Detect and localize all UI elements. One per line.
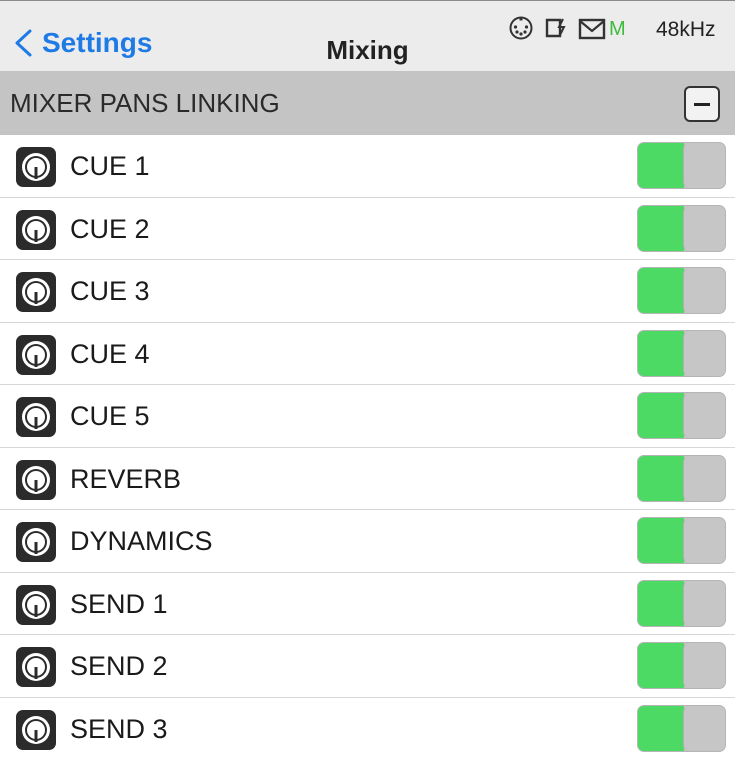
sample-rate: 48kHz <box>656 18 716 42</box>
list-item-cue-4: CUE 4 <box>0 323 735 386</box>
pan-knob-icon <box>15 146 57 188</box>
pan-knob-icon <box>15 334 57 376</box>
list-item-dynamics: DYNAMICS <box>0 510 735 573</box>
list-item-cue-3: CUE 3 <box>0 260 735 323</box>
list-item-label: CUE 1 <box>70 151 150 182</box>
list-item-label: SEND 3 <box>70 714 168 745</box>
list-item-send-3: SEND 3 <box>0 698 735 760</box>
collapse-button[interactable] <box>684 86 720 122</box>
list-item-cue-1: CUE 1 <box>0 135 735 198</box>
pan-knob-icon <box>15 396 57 438</box>
list-item-label: CUE 3 <box>70 276 150 307</box>
list-item-send-1: SEND 1 <box>0 573 735 636</box>
link-toggle[interactable] <box>637 642 726 689</box>
list-item-label: CUE 5 <box>70 401 150 432</box>
pan-knob-icon <box>15 521 57 563</box>
pan-knob-icon <box>15 459 57 501</box>
list-item-label: DYNAMICS <box>70 526 213 557</box>
section-header: MIXER PANS LINKING <box>0 71 735 135</box>
link-toggle[interactable] <box>637 455 726 502</box>
list-item-cue-2: CUE 2 <box>0 198 735 261</box>
mail-icon <box>578 18 606 40</box>
link-toggle[interactable] <box>637 517 726 564</box>
list-item-label: CUE 2 <box>70 214 150 245</box>
link-toggle[interactable] <box>637 705 726 752</box>
pan-knob-icon <box>15 709 57 751</box>
midi-icon <box>508 15 534 41</box>
list-item-label: REVERB <box>70 464 181 495</box>
link-toggle[interactable] <box>637 580 726 627</box>
mode-indicator: M <box>609 18 626 41</box>
section-title: MIXER PANS LINKING <box>10 88 280 119</box>
list-item-cue-5: CUE 5 <box>0 385 735 448</box>
link-toggle[interactable] <box>637 142 726 189</box>
link-toggle[interactable] <box>637 392 726 439</box>
list-item-reverb: REVERB <box>0 448 735 511</box>
navigation-bar: Settings Mixing M 48kHz <box>0 1 735 71</box>
link-toggle[interactable] <box>637 330 726 377</box>
link-toggle[interactable] <box>637 205 726 252</box>
sd-card-icon <box>544 16 568 40</box>
link-toggle[interactable] <box>637 267 726 314</box>
status-bar: M 48kHz <box>0 11 735 41</box>
pan-knob-icon <box>15 646 57 688</box>
list-item-label: CUE 4 <box>70 339 150 370</box>
pan-link-list: CUE 1 CUE 2 CUE 3 CU <box>0 135 735 760</box>
list-item-label: SEND 2 <box>70 651 168 682</box>
pan-knob-icon <box>15 584 57 626</box>
list-item-label: SEND 1 <box>70 589 168 620</box>
pan-knob-icon <box>15 209 57 251</box>
pan-knob-icon <box>15 271 57 313</box>
list-item-send-2: SEND 2 <box>0 635 735 698</box>
